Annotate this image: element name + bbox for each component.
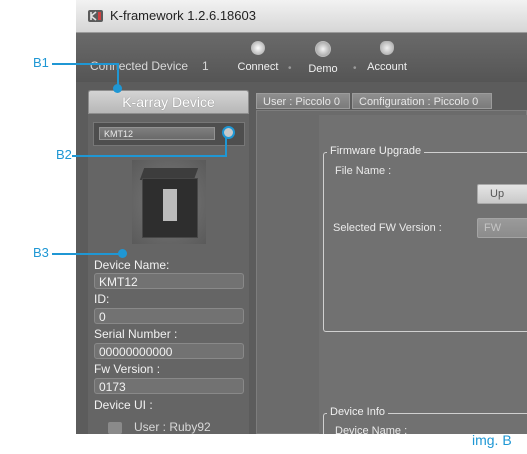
firmware-upgrade-group [323, 152, 527, 332]
serial-number-field: 00000000000 [94, 343, 244, 359]
id-label: ID: [94, 292, 110, 306]
speaker-panel [163, 189, 177, 221]
user-ui-item[interactable]: User : Ruby92 [108, 418, 228, 434]
speaker-body [142, 178, 198, 238]
device-list-item[interactable]: KMT12 [93, 122, 245, 146]
file-name-label: File Name : [335, 165, 392, 177]
firmware-upgrade-title: Firmware Upgrade [327, 145, 425, 157]
callout-b2-leader [225, 137, 227, 157]
user-ui-text: User : Ruby92 [134, 420, 211, 434]
configuration-inner-panel: Firmware Upgrade File Name : Up Selected… [319, 115, 527, 434]
callout-b2-line [72, 155, 226, 157]
fw-version-label: Fw Version : [94, 362, 161, 376]
fw-version-button[interactable]: FW [477, 218, 527, 238]
device-info-title: Device Info [327, 406, 389, 418]
demo-button[interactable]: Demo [293, 41, 353, 79]
tab-configuration[interactable]: Configuration : Piccolo 0 [352, 93, 492, 109]
callout-b3-label: B3 [33, 245, 49, 260]
callout-b1-line [52, 63, 118, 65]
toolbar-separator: • [353, 63, 357, 74]
user-ui-button[interactable] [108, 422, 122, 434]
callout-b1-label: B1 [33, 55, 49, 70]
title-bar: K-framework 1.2.6.18603 [76, 0, 527, 33]
device-name-label: Device Name: [94, 258, 170, 272]
account-icon [380, 41, 394, 55]
device-panel-header: K-array Device [88, 90, 249, 114]
fw-version-field: 0173 [94, 378, 244, 394]
demo-icon [315, 41, 331, 57]
callout-b2-label: B2 [56, 147, 72, 162]
toolbar-separator: • [288, 63, 292, 74]
device-chip: KMT12 [99, 127, 215, 140]
serial-number-label: Serial Number : [94, 327, 178, 341]
connected-device-label: Connected Device [90, 59, 189, 73]
callout-b1-dot [113, 84, 122, 93]
device-name-field: KMT12 [94, 273, 244, 289]
app-logo-icon [88, 10, 103, 22]
connect-label: Connect [237, 61, 279, 73]
toolbar: Connected Device 1 Connect • Demo • Acco… [76, 33, 527, 82]
callout-b3-line [52, 253, 122, 255]
device-image [132, 160, 206, 244]
id-field: 0 [94, 308, 244, 324]
device-select-radio[interactable] [222, 126, 235, 139]
device-ui-label: Device UI : [94, 398, 153, 412]
account-label: Account [367, 61, 407, 73]
configuration-panel: Firmware Upgrade File Name : Up Selected… [256, 110, 527, 434]
connect-button[interactable]: Connect [228, 41, 288, 79]
selected-fw-version-label: Selected FW Version : [333, 222, 442, 234]
device-info-name-label: Device Name : [335, 425, 408, 434]
image-caption: img. B [472, 432, 512, 448]
tab-user[interactable]: User : Piccolo 0 [256, 93, 350, 109]
connected-device-count: 1 [202, 59, 209, 73]
demo-label: Demo [308, 63, 338, 75]
connect-icon [251, 41, 265, 55]
window-title: K-framework 1.2.6.18603 [110, 8, 256, 23]
upload-button[interactable]: Up [477, 184, 527, 204]
app-window: K-framework 1.2.6.18603 Connected Device… [76, 0, 527, 434]
callout-b3-dot [118, 249, 127, 258]
account-button[interactable]: Account [357, 41, 417, 79]
